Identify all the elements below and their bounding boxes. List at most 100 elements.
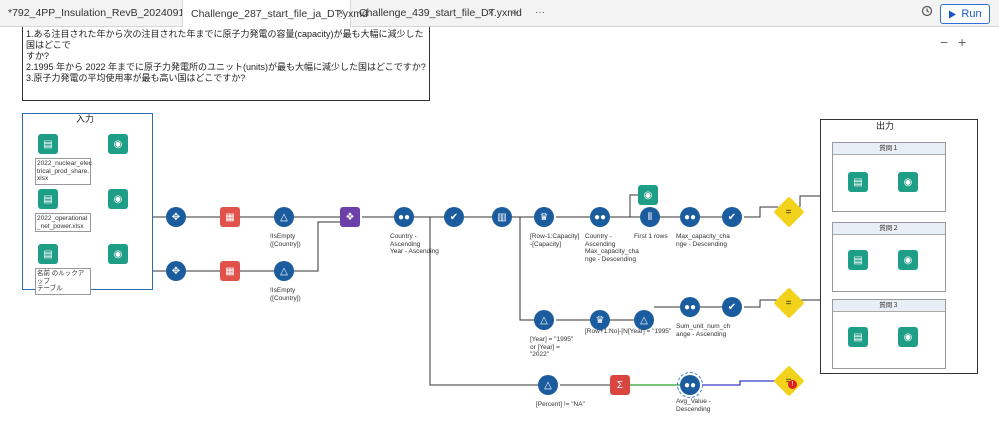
check-tool-1[interactable]: ✔ bbox=[444, 207, 464, 227]
sort-tool-4[interactable]: ●● bbox=[680, 297, 700, 317]
sort-tool-1[interactable]: ●● bbox=[394, 207, 414, 227]
dynamic-rename-tool-1[interactable]: ▦ bbox=[220, 207, 240, 227]
check-icon: ✔ bbox=[727, 211, 737, 223]
tab-challenge-287[interactable]: Challenge_287_start_file_ja_DT.yxmd × bbox=[182, 0, 368, 27]
binoculars-icon: ◉ bbox=[903, 331, 913, 343]
output-container-title: 出力 bbox=[876, 121, 895, 131]
dynamic-rename-tool-2[interactable]: ▦ bbox=[220, 261, 240, 281]
sort-icon: ●● bbox=[683, 379, 697, 391]
select-tool-2[interactable]: ✥ bbox=[166, 261, 186, 281]
sort4-label: Sum_unit_num_ch ange - Ascending bbox=[676, 323, 731, 338]
multirow1-label: [Row-1:Capacity] -[Capacity] bbox=[530, 233, 580, 248]
filter-tool-1[interactable]: △ bbox=[274, 207, 294, 227]
union-tool[interactable]: ❖ bbox=[340, 207, 360, 227]
comment-line: すか? bbox=[26, 51, 50, 61]
check-icon: ✔ bbox=[727, 301, 737, 313]
sort-icon: ●● bbox=[683, 211, 697, 223]
question1-header: 質問１ bbox=[833, 143, 945, 155]
record-id-tool[interactable]: ▥ bbox=[492, 207, 512, 227]
filter-tool-3[interactable]: △ bbox=[534, 310, 554, 330]
multi-row-formula-tool-2[interactable]: ♛ bbox=[590, 310, 610, 330]
run-button[interactable]: Run bbox=[940, 4, 990, 24]
triangle-icon: △ bbox=[640, 314, 648, 326]
add-tab-icon[interactable]: + bbox=[506, 4, 524, 22]
book-icon: ▤ bbox=[853, 331, 863, 343]
check-icon: ✔ bbox=[449, 211, 459, 223]
sort-tool-3[interactable]: ●● bbox=[680, 207, 700, 227]
book-icon: ▤ bbox=[43, 138, 53, 150]
filter4-label: [Year] = "1995" bbox=[628, 328, 672, 335]
sort5-label: Avg_Value - Descending bbox=[676, 398, 711, 413]
sort-tool-5[interactable]: ●● bbox=[677, 372, 703, 398]
sort3-label: Max_capacity_cha nge - Descending bbox=[676, 233, 730, 248]
input-data-tool-2[interactable]: ▤ bbox=[38, 189, 58, 209]
filter1-label: !IsEmpty ([Country]) bbox=[270, 233, 301, 248]
run-label: Run bbox=[961, 8, 982, 20]
history-icon[interactable] bbox=[918, 4, 936, 22]
input-data-tool-q1[interactable]: ▤ bbox=[848, 172, 868, 192]
filter3-label: [Year] = "1995" or [Year] = "2022" bbox=[530, 336, 574, 358]
sample-tool-1[interactable]: ⦀ bbox=[640, 207, 660, 227]
question2-header: 質問２ bbox=[833, 223, 945, 235]
zoom-in-button[interactable]: + bbox=[958, 34, 966, 50]
summarize-tool[interactable]: Σ bbox=[610, 375, 630, 395]
multirow2-label: [Row+1:No]-[N bbox=[585, 328, 628, 335]
close-icon[interactable]: × bbox=[488, 7, 494, 19]
filter-tool-5[interactable]: △ bbox=[538, 375, 558, 395]
list-icon: ▥ bbox=[497, 211, 507, 223]
equals-icon: = bbox=[786, 297, 792, 309]
book-icon: ▤ bbox=[43, 248, 53, 260]
filter-tool-4[interactable]: △ bbox=[634, 310, 654, 330]
input-data-tool-q2[interactable]: ▤ bbox=[848, 250, 868, 270]
browse-tool-q2[interactable]: ◉ bbox=[898, 250, 918, 270]
tab-bar: *792_4PP_Insulation_RevB_20240917.yxmd C… bbox=[0, 0, 999, 27]
move-icon: ✥ bbox=[171, 211, 181, 223]
grid-icon: ▦ bbox=[225, 211, 235, 223]
input-data-tool-1[interactable]: ▤ bbox=[38, 134, 58, 154]
multi-row-formula-tool-1[interactable]: ♛ bbox=[534, 207, 554, 227]
question3-header: 質問３ bbox=[833, 300, 945, 312]
file2-label: 2022_operational _net_power.xlsx bbox=[35, 213, 91, 232]
book-icon: ▤ bbox=[853, 254, 863, 266]
sort-icon: ●● bbox=[683, 301, 697, 313]
file3-label: 名前 のルックアップ テーブル bbox=[35, 268, 91, 295]
grid-icon: ▦ bbox=[225, 265, 235, 277]
zoom-out-button[interactable]: − bbox=[940, 34, 948, 50]
triangle-icon: △ bbox=[540, 314, 548, 326]
book-icon: ▤ bbox=[43, 193, 53, 205]
comment-line: 3.原子力発電の平均使用率が最も高い国はどこですか? bbox=[26, 73, 246, 83]
more-icon[interactable]: ··· bbox=[531, 4, 549, 22]
crown-icon: ♛ bbox=[539, 211, 549, 223]
input-data-tool-q3[interactable]: ▤ bbox=[848, 327, 868, 347]
binoculars-icon: ◉ bbox=[113, 248, 123, 260]
browse-tool-2[interactable]: ◉ bbox=[108, 189, 128, 209]
input-data-tool-3[interactable]: ▤ bbox=[38, 244, 58, 264]
tab-insulation[interactable]: *792_4PP_Insulation_RevB_20240917.yxmd bbox=[0, 0, 218, 26]
union-icon: ❖ bbox=[345, 211, 355, 223]
sample1-label: First 1 rows bbox=[634, 233, 668, 240]
book-icon: ▤ bbox=[853, 176, 863, 188]
close-icon[interactable]: × bbox=[338, 7, 344, 19]
sort1-label: Country - Ascending Year - Ascending bbox=[390, 233, 439, 255]
check-tool-3[interactable]: ✔ bbox=[722, 297, 742, 317]
comment-box[interactable]: 1.ある注目された年から次の注目された年までに原子力発電の容量(capacity… bbox=[22, 27, 430, 101]
browse-tool-1[interactable]: ◉ bbox=[108, 134, 128, 154]
sort-tool-2[interactable]: ●● bbox=[590, 207, 610, 227]
crown-icon: ♛ bbox=[595, 314, 605, 326]
tab-challenge-439[interactable]: Challenge_439_start_file_DT.yxmd × bbox=[351, 0, 522, 26]
play-icon bbox=[949, 10, 957, 18]
browse-tool-4[interactable]: ◉ bbox=[638, 185, 658, 205]
binoculars-icon: ◉ bbox=[903, 254, 913, 266]
sort-icon: ●● bbox=[593, 211, 607, 223]
browse-tool-3[interactable]: ◉ bbox=[108, 244, 128, 264]
browse-tool-q1[interactable]: ◉ bbox=[898, 172, 918, 192]
select-tool-1[interactable]: ✥ bbox=[166, 207, 186, 227]
browse-tool-q3[interactable]: ◉ bbox=[898, 327, 918, 347]
binoculars-icon: ◉ bbox=[113, 193, 123, 205]
sort-icon: ●● bbox=[397, 211, 411, 223]
move-icon: ✥ bbox=[171, 265, 181, 277]
binoculars-icon: ◉ bbox=[113, 138, 123, 150]
filter-tool-2[interactable]: △ bbox=[274, 261, 294, 281]
error-icon: ! bbox=[788, 380, 797, 389]
check-tool-2[interactable]: ✔ bbox=[722, 207, 742, 227]
